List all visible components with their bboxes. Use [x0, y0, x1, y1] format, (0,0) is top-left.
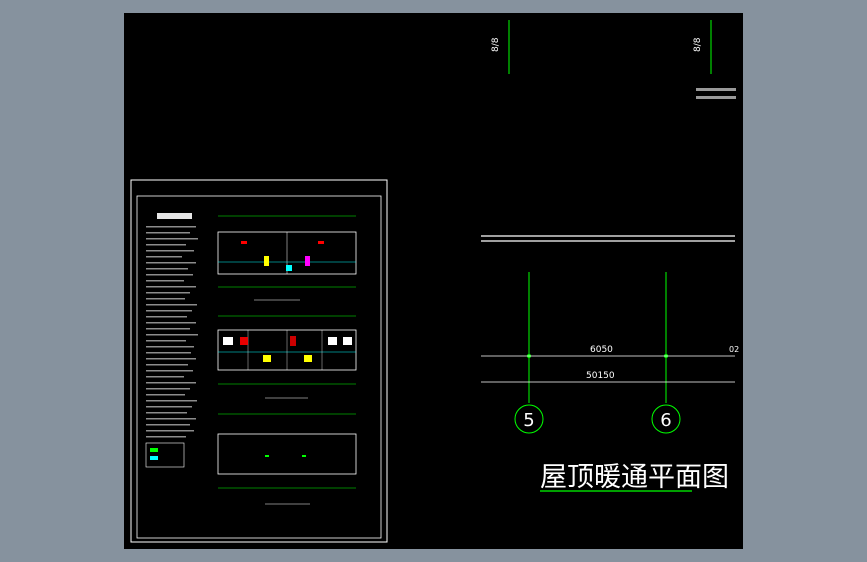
floor-plan-2	[217, 315, 357, 399]
grid-axis-lines	[527, 272, 668, 403]
roof-edge-lines	[481, 235, 735, 242]
floor-plan-roof	[217, 413, 357, 505]
design-notes-block	[145, 213, 198, 468]
cad-drawing-canvas[interactable]: 8/8 8/8 6050 50150 02 5 6 屋顶暖通平面图	[0, 0, 867, 562]
axis-marker-top-left: 8/8	[491, 20, 510, 74]
dimension-lines: 6050 50150 02	[481, 345, 739, 383]
dimension-label-total: 50150	[586, 371, 615, 381]
axis-bubble-6[interactable]: 6	[651, 404, 681, 434]
floor-plan-1	[217, 215, 357, 301]
marker-text-right: 8/8	[693, 37, 703, 52]
dimension-label-right: 02	[729, 345, 739, 354]
axis-marker-top-right: 8/8	[693, 20, 736, 99]
drawing-title: 屋顶暖通平面图	[540, 462, 729, 493]
marker-text-left: 8/8	[491, 37, 501, 52]
axis-bubble-label-6: 6	[660, 410, 671, 431]
drawing-title-block: 屋顶暖通平面图	[540, 462, 729, 493]
axis-bubble-label-5: 5	[523, 410, 534, 431]
sheet-thumbnail[interactable]	[130, 179, 388, 543]
axis-bubble-5[interactable]: 5	[514, 404, 544, 434]
dimension-label-span: 6050	[590, 345, 613, 355]
